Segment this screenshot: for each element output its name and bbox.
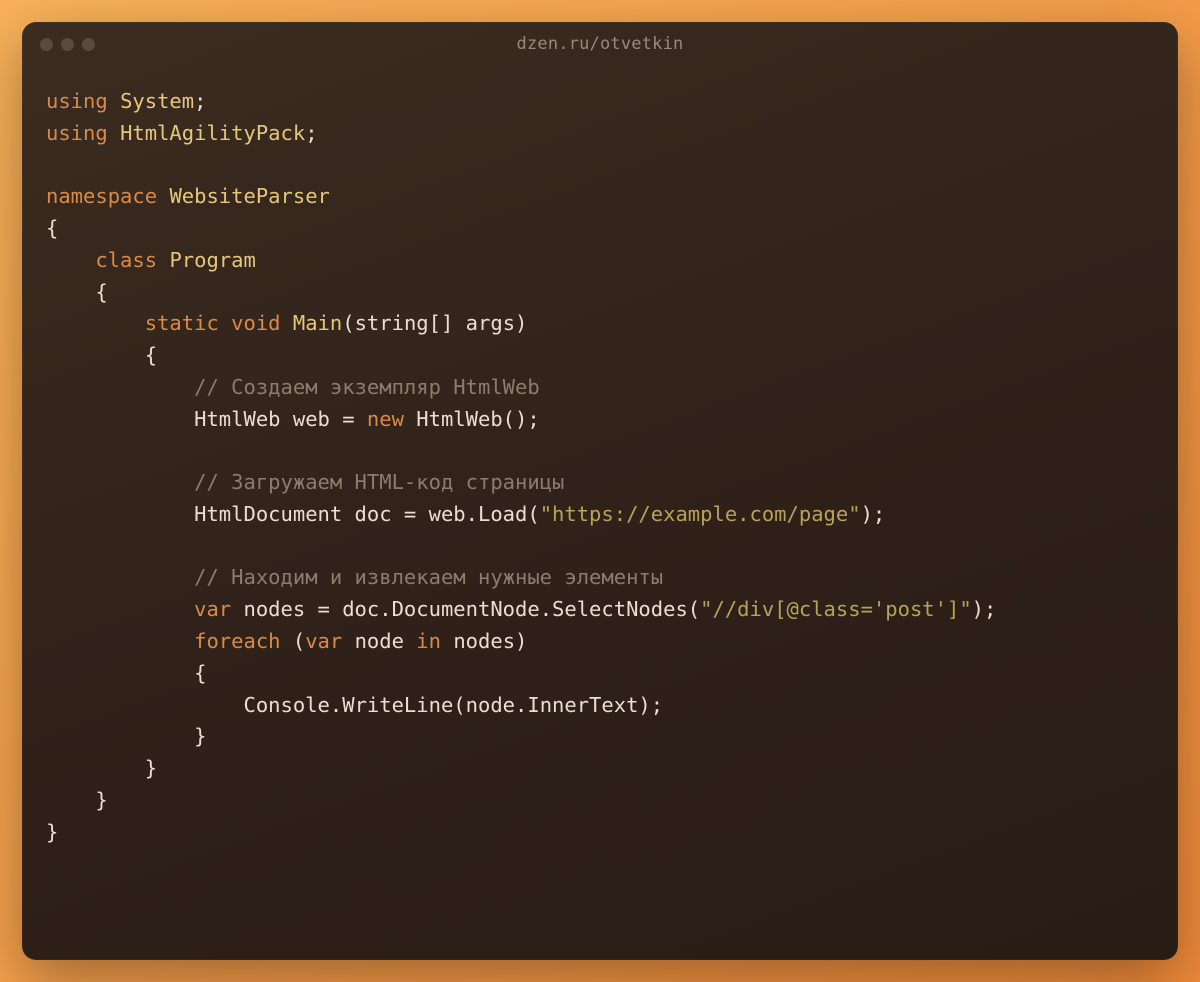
id-program: Program (169, 248, 255, 272)
stmt: nodes) (441, 629, 527, 653)
paren: ) (515, 311, 527, 335)
stmt: nodes = doc.DocumentNode.SelectNodes( (231, 597, 700, 621)
comment: // Создаем экземпляр HtmlWeb (194, 375, 540, 399)
id-htmlagilitypack: HtmlAgilityPack (120, 121, 305, 145)
code-editor[interactable]: using System; using HtmlAgilityPack; nam… (22, 66, 1178, 960)
stmt: HtmlWeb web = (194, 407, 367, 431)
param-list: string[] args (355, 311, 515, 335)
brace: { (194, 661, 206, 685)
stmt: node (342, 629, 416, 653)
id-main: Main (293, 311, 342, 335)
kw-in: in (416, 629, 441, 653)
id-namespace: WebsiteParser (169, 184, 329, 208)
kw-using: using (46, 121, 108, 145)
stmt: ( (281, 629, 306, 653)
brace: { (145, 343, 157, 367)
kw-void: void (231, 311, 280, 335)
brace: } (194, 724, 206, 748)
comment: // Находим и извлекаем нужные элементы (194, 565, 663, 589)
kw-class: class (95, 248, 157, 272)
code-window: dzen.ru/otvetkin using System; using Htm… (22, 22, 1178, 960)
maximize-icon[interactable] (82, 38, 95, 51)
string-literal: "https://example.com/page" (540, 502, 861, 526)
window-controls (40, 38, 95, 51)
kw-static: static (145, 311, 219, 335)
kw-var: var (305, 629, 342, 653)
brace: { (95, 280, 107, 304)
brace: } (145, 756, 157, 780)
stmt: HtmlDocument doc = web.Load( (194, 502, 540, 526)
minimize-icon[interactable] (61, 38, 74, 51)
id-system: System (120, 89, 194, 113)
brace: { (46, 216, 58, 240)
stmt: Console.WriteLine(node.InnerText); (243, 693, 663, 717)
close-icon[interactable] (40, 38, 53, 51)
brace: } (46, 820, 58, 844)
stmt: ); (861, 502, 886, 526)
brace: } (95, 788, 107, 812)
kw-using: using (46, 89, 108, 113)
window-title: dzen.ru/otvetkin (22, 34, 1178, 54)
stmt: HtmlWeb(); (404, 407, 540, 431)
kw-var: var (194, 597, 231, 621)
comment: // Загружаем HTML-код страницы (194, 470, 564, 494)
kw-namespace: namespace (46, 184, 157, 208)
kw-foreach: foreach (194, 629, 280, 653)
paren: ( (342, 311, 354, 335)
window-titlebar: dzen.ru/otvetkin (22, 22, 1178, 66)
string-literal: "//div[@class='post']" (700, 597, 972, 621)
kw-new: new (367, 407, 404, 431)
stmt: ); (972, 597, 997, 621)
